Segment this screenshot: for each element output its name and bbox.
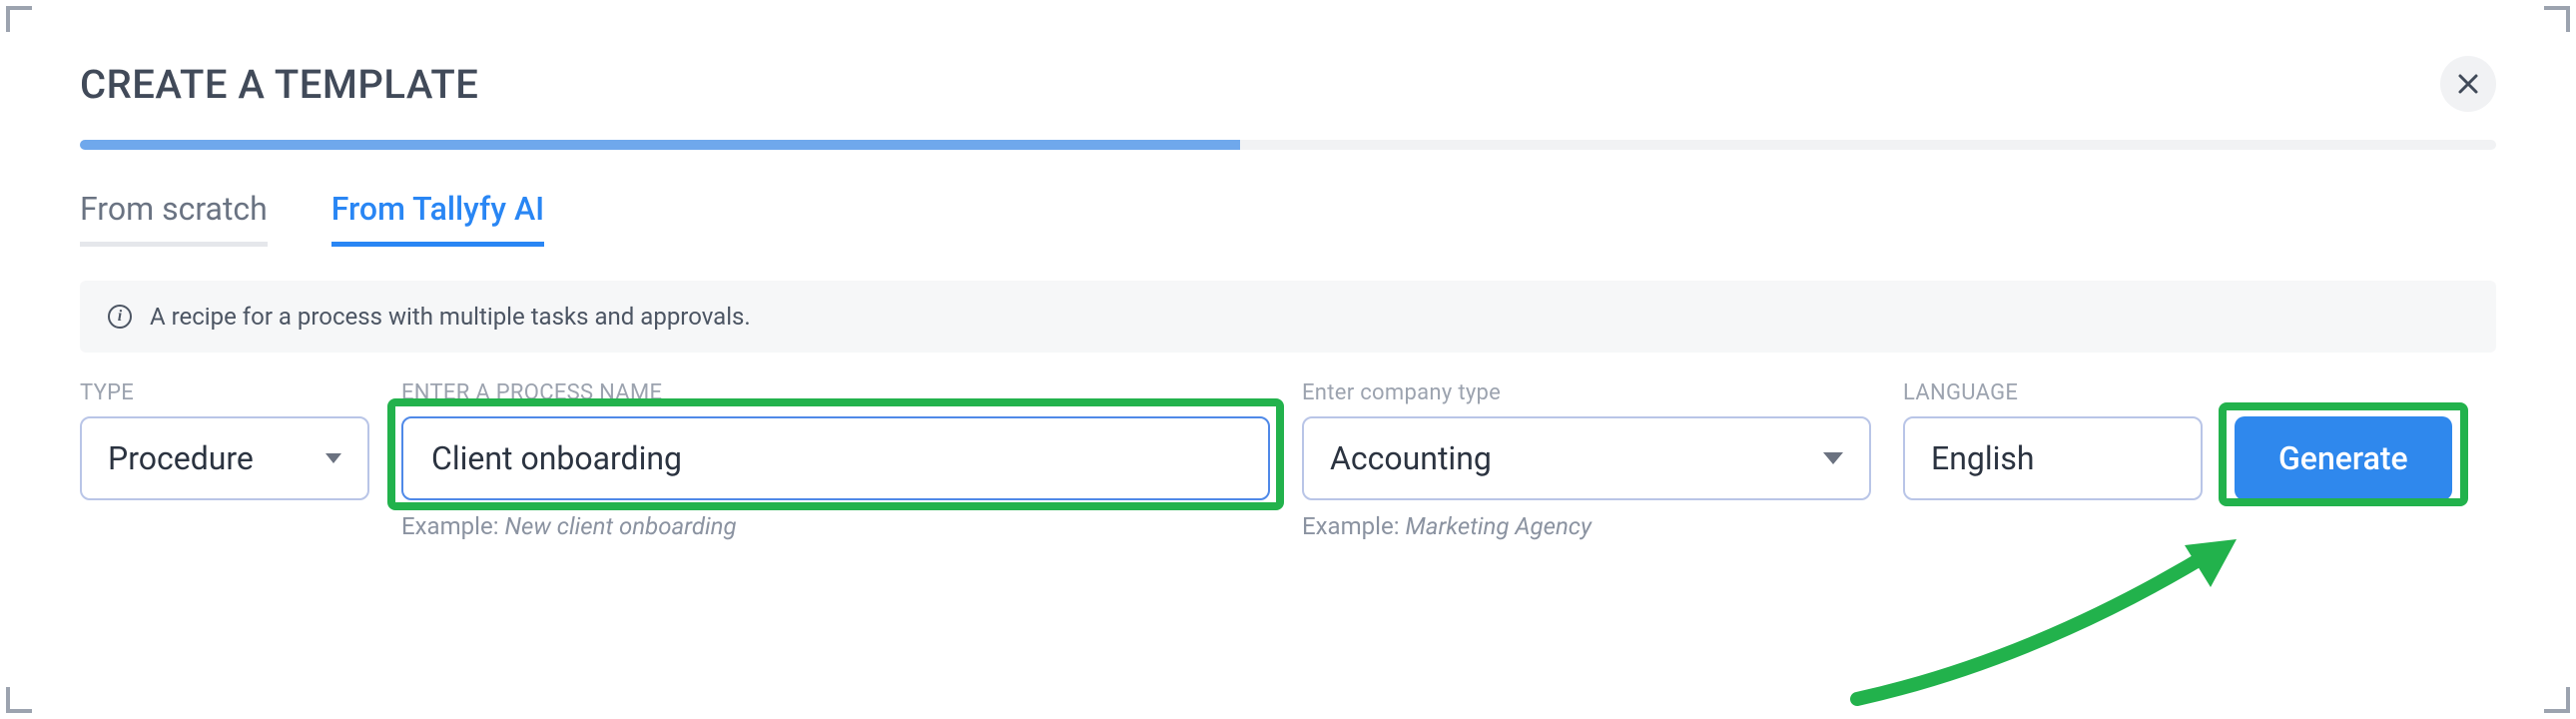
close-icon bbox=[2457, 73, 2479, 95]
field-language: LANGUAGE English bbox=[1903, 380, 2203, 500]
tabs: From scratch From Tallyfy AI bbox=[80, 190, 2496, 247]
company-type-value: Accounting bbox=[1330, 439, 1492, 477]
process-name-input-wrapper bbox=[401, 416, 1270, 500]
field-label-language: LANGUAGE bbox=[1903, 380, 2203, 406]
chevron-down-icon bbox=[1823, 452, 1843, 464]
field-label-process-name: ENTER A PROCESS NAME bbox=[401, 380, 1270, 406]
crop-mark bbox=[2544, 687, 2570, 713]
field-label-company-type: Enter company type bbox=[1302, 380, 1871, 406]
page-title: CREATE A TEMPLATE bbox=[80, 61, 478, 108]
company-type-select[interactable]: Accounting bbox=[1302, 416, 1871, 500]
chevron-down-icon bbox=[325, 453, 341, 463]
form-row: TYPE Procedure ENTER A PROCESS NAME Exam… bbox=[80, 380, 2496, 540]
field-type: TYPE Procedure bbox=[80, 380, 369, 500]
spacer bbox=[2235, 380, 2452, 406]
field-generate: Generate bbox=[2235, 380, 2452, 500]
crop-mark bbox=[6, 6, 32, 32]
close-button[interactable] bbox=[2440, 56, 2496, 112]
language-select[interactable]: English bbox=[1903, 416, 2203, 500]
tab-from-tallyfy-ai[interactable]: From Tallyfy AI bbox=[331, 190, 544, 247]
crop-mark bbox=[6, 687, 32, 713]
crop-mark bbox=[2544, 6, 2570, 32]
tab-from-scratch[interactable]: From scratch bbox=[80, 190, 268, 247]
example-value: New client onboarding bbox=[504, 512, 736, 540]
field-process-name: ENTER A PROCESS NAME Example: New client… bbox=[401, 380, 1270, 540]
example-prefix: Example: bbox=[401, 512, 504, 540]
example-value: Marketing Agency bbox=[1405, 512, 1592, 540]
type-select[interactable]: Procedure bbox=[80, 416, 369, 500]
create-template-dialog: CREATE A TEMPLATE From scratch From Tall… bbox=[0, 0, 2576, 540]
type-value: Procedure bbox=[108, 439, 254, 477]
info-icon: i bbox=[108, 305, 132, 329]
process-name-example: Example: New client onboarding bbox=[401, 512, 1270, 540]
language-value: English bbox=[1931, 439, 2035, 477]
company-type-example: Example: Marketing Agency bbox=[1302, 512, 1871, 540]
field-label-type: TYPE bbox=[80, 380, 369, 406]
info-text: A recipe for a process with multiple tas… bbox=[150, 303, 751, 331]
process-name-input[interactable] bbox=[429, 438, 1242, 478]
progress-bar bbox=[80, 140, 2496, 150]
generate-button[interactable]: Generate bbox=[2235, 416, 2452, 500]
info-banner: i A recipe for a process with multiple t… bbox=[80, 281, 2496, 353]
example-prefix: Example: bbox=[1302, 512, 1405, 540]
field-company-type: Enter company type Accounting Example: M… bbox=[1302, 380, 1871, 540]
progress-fill bbox=[80, 140, 1240, 150]
dialog-header: CREATE A TEMPLATE bbox=[80, 56, 2496, 112]
